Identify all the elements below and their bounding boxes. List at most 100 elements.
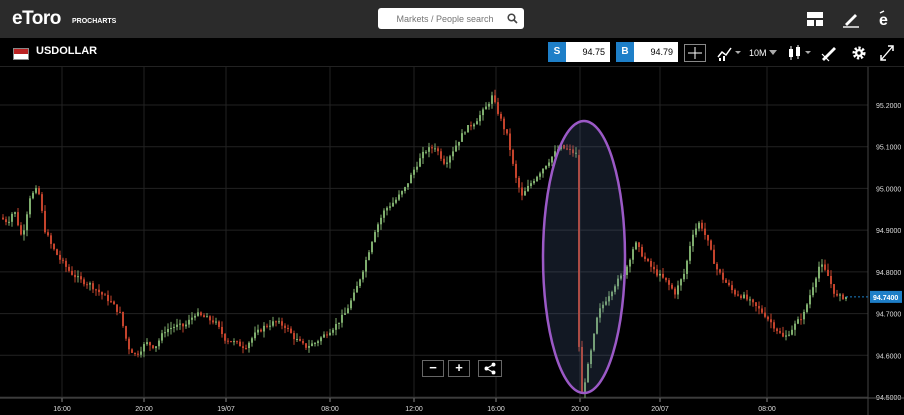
search-input[interactable] bbox=[378, 8, 504, 29]
candle-body bbox=[494, 95, 496, 103]
drawing-tools-icon[interactable] bbox=[820, 44, 838, 62]
candle-body bbox=[341, 314, 343, 323]
etoro-logo[interactable]: eToro bbox=[12, 8, 61, 30]
candle-body bbox=[794, 323, 796, 330]
candle-body bbox=[716, 263, 718, 270]
candle-body bbox=[536, 176, 538, 182]
candle-body bbox=[164, 332, 166, 334]
candle-body bbox=[347, 308, 349, 314]
search-box[interactable] bbox=[378, 8, 524, 29]
candle-body bbox=[284, 325, 286, 328]
y-tick-label: 95.1000 bbox=[876, 145, 901, 152]
candle-body bbox=[515, 163, 517, 178]
candle-body bbox=[533, 181, 535, 184]
candle-body bbox=[722, 272, 724, 280]
candle-body bbox=[674, 288, 676, 295]
top-bar: eToro PROCHARTS e bbox=[0, 0, 904, 38]
candle-body bbox=[452, 151, 454, 157]
candle-body bbox=[692, 234, 694, 247]
candle-body bbox=[497, 102, 499, 114]
candle-body bbox=[752, 299, 754, 303]
x-tick-label: 16:00 bbox=[53, 406, 71, 413]
candle-body bbox=[779, 331, 781, 333]
zoom-in-button[interactable]: + bbox=[448, 360, 470, 377]
pencil-icon[interactable] bbox=[842, 10, 860, 28]
settings-gear-icon[interactable] bbox=[850, 44, 868, 62]
candle-body bbox=[704, 228, 706, 235]
buy-label: B bbox=[616, 42, 634, 62]
share-icon[interactable] bbox=[478, 360, 502, 377]
fullscreen-icon[interactable] bbox=[879, 44, 895, 62]
candle-body bbox=[101, 292, 103, 295]
candle-body bbox=[713, 249, 715, 264]
candle-body bbox=[119, 311, 121, 313]
x-tick-label: 19/07 bbox=[217, 406, 235, 413]
candle-body bbox=[227, 340, 229, 342]
candle-body bbox=[488, 103, 490, 107]
candle-body bbox=[701, 222, 703, 229]
buy-button[interactable]: B 94.79 bbox=[616, 42, 678, 62]
x-tick-label: 20:00 bbox=[571, 406, 589, 413]
search-icon[interactable] bbox=[507, 13, 518, 24]
candle-body bbox=[356, 285, 358, 293]
candle-body bbox=[812, 287, 814, 296]
candle-body bbox=[56, 249, 58, 255]
zoom-out-button[interactable]: − bbox=[422, 360, 444, 377]
candle-body bbox=[191, 317, 193, 320]
candle-body bbox=[62, 259, 64, 261]
candle-body bbox=[320, 337, 322, 342]
candle-body bbox=[827, 269, 829, 276]
candle-body bbox=[80, 276, 82, 280]
chevron-down-icon bbox=[769, 50, 778, 55]
candle-body bbox=[377, 224, 379, 233]
candle-body bbox=[680, 279, 682, 286]
candle-body bbox=[440, 151, 442, 159]
candle-body bbox=[755, 302, 757, 307]
candlestick-type-icon[interactable] bbox=[786, 44, 814, 62]
sell-button[interactable]: S 94.75 bbox=[548, 42, 610, 62]
candle-body bbox=[395, 199, 397, 203]
candle-body bbox=[707, 234, 709, 241]
indicators-icon[interactable] bbox=[716, 44, 742, 62]
candle-body bbox=[275, 321, 277, 323]
candle-body bbox=[374, 232, 376, 242]
candle-body bbox=[419, 158, 421, 167]
interval-selector[interactable]: 10M bbox=[749, 44, 783, 62]
candle-body bbox=[659, 273, 661, 276]
candle-body bbox=[461, 133, 463, 142]
x-tick-label: 08:00 bbox=[321, 406, 339, 413]
candle-body bbox=[383, 210, 385, 218]
candle-body bbox=[806, 304, 808, 312]
instrument-symbol[interactable]: USDOLLAR bbox=[36, 45, 97, 57]
candle-body bbox=[821, 264, 823, 267]
candle-body bbox=[182, 323, 184, 327]
candle-body bbox=[95, 289, 97, 291]
candle-body bbox=[32, 192, 34, 199]
crosshair-icon[interactable] bbox=[684, 44, 706, 62]
candle-body bbox=[551, 156, 553, 163]
candle-body bbox=[47, 232, 49, 236]
candle-body bbox=[125, 326, 127, 339]
candle-body bbox=[458, 141, 460, 146]
candle-body bbox=[662, 273, 664, 278]
candle-body bbox=[248, 342, 250, 349]
candle-body bbox=[149, 342, 151, 346]
candle-body bbox=[491, 95, 493, 104]
candle-body bbox=[314, 342, 316, 344]
candle-body bbox=[233, 341, 235, 343]
candle-body bbox=[719, 269, 721, 273]
candle-body bbox=[635, 242, 637, 250]
candle-body bbox=[338, 322, 340, 324]
etoro-e-icon[interactable]: e bbox=[876, 10, 894, 28]
layout-icon[interactable] bbox=[806, 10, 824, 28]
current-price-label: 94.7400 bbox=[873, 295, 898, 302]
candle-body bbox=[68, 266, 70, 271]
y-tick-label: 95.2000 bbox=[876, 103, 901, 110]
candle-body bbox=[188, 319, 190, 325]
candle-body bbox=[107, 294, 109, 302]
candle-body bbox=[302, 340, 304, 344]
candle-body bbox=[455, 145, 457, 152]
candle-body bbox=[818, 266, 820, 279]
candle-body bbox=[365, 260, 367, 272]
candle-body bbox=[224, 334, 226, 341]
